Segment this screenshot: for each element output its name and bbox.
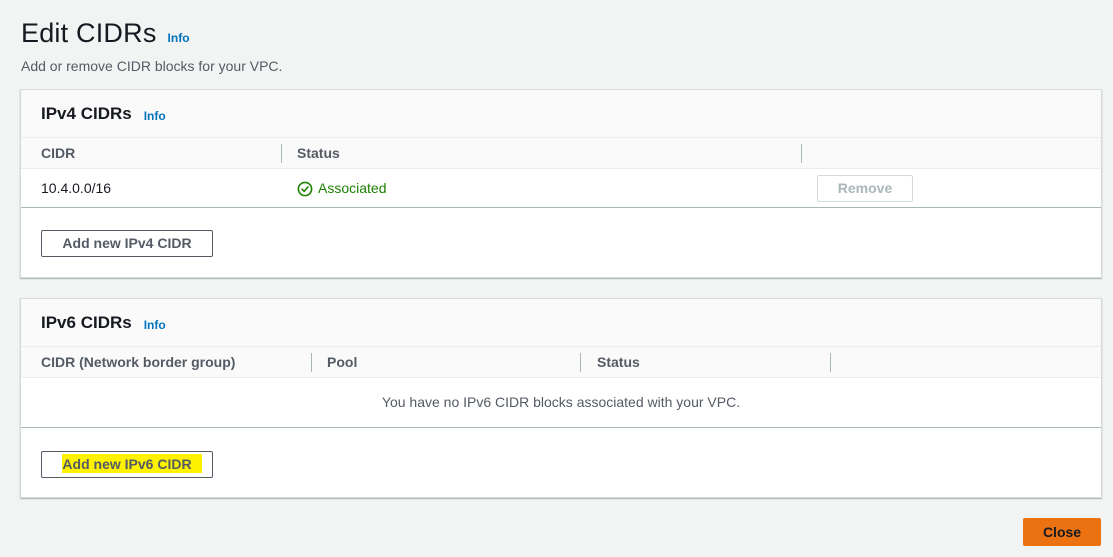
column-header-cidr: CIDR	[41, 145, 76, 161]
column-divider[interactable]	[281, 144, 282, 163]
ipv6-panel-title: IPv6 CIDRs	[41, 312, 132, 332]
ipv4-panel-header: IPv4 CIDRs Info	[21, 90, 1101, 138]
table-row: 10.4.0.0/16 Associated Remove	[21, 169, 1101, 208]
add-ipv4-cidr-button[interactable]: Add new IPv4 CIDR	[41, 230, 213, 257]
close-button[interactable]: Close	[1023, 518, 1101, 546]
ipv6-panel-header: IPv6 CIDRs Info	[21, 299, 1101, 347]
page-title: Edit CIDRs	[21, 18, 157, 48]
status-label: Associated	[318, 180, 387, 196]
ipv6-table-header: CIDR (Network border group) Pool Status	[21, 347, 1101, 378]
ipv6-info-link[interactable]: Info	[144, 318, 166, 332]
page-info-link[interactable]: Info	[168, 31, 190, 45]
status-badge: Associated	[297, 169, 386, 208]
column-header-pool: Pool	[327, 354, 358, 370]
page-header: Edit CIDRs Info Add or remove CIDR block…	[21, 18, 282, 74]
empty-state-message: You have no IPv6 CIDR blocks associated …	[21, 378, 1101, 428]
cidr-value: 10.4.0.0/16	[41, 180, 112, 196]
ipv4-table-header: CIDR Status	[21, 138, 1101, 169]
column-divider[interactable]	[801, 144, 802, 163]
column-divider[interactable]	[580, 353, 581, 372]
remove-cidr-button[interactable]: Remove	[817, 175, 913, 202]
highlighted-label: Add new IPv6 CIDR	[62, 454, 202, 473]
ipv6-cidrs-panel: IPv6 CIDRs Info CIDR (Network border gro…	[20, 298, 1102, 498]
ipv4-cidrs-panel: IPv4 CIDRs Info CIDR Status 10.4.0.0/16 …	[20, 89, 1102, 278]
add-ipv6-cidr-button[interactable]: Add new IPv6 CIDR	[41, 451, 213, 478]
ipv4-info-link[interactable]: Info	[144, 109, 166, 123]
column-divider[interactable]	[311, 353, 312, 372]
column-header-cidr-network-border-group: CIDR (Network border group)	[41, 354, 236, 370]
column-header-status: Status	[297, 145, 340, 161]
column-header-status: Status	[597, 354, 640, 370]
page-title-row: Edit CIDRs Info	[21, 18, 282, 49]
page-description: Add or remove CIDR blocks for your VPC.	[21, 58, 283, 74]
column-divider[interactable]	[830, 353, 831, 372]
ipv4-panel-title: IPv4 CIDRs	[41, 103, 132, 123]
check-circle-icon	[297, 181, 313, 196]
